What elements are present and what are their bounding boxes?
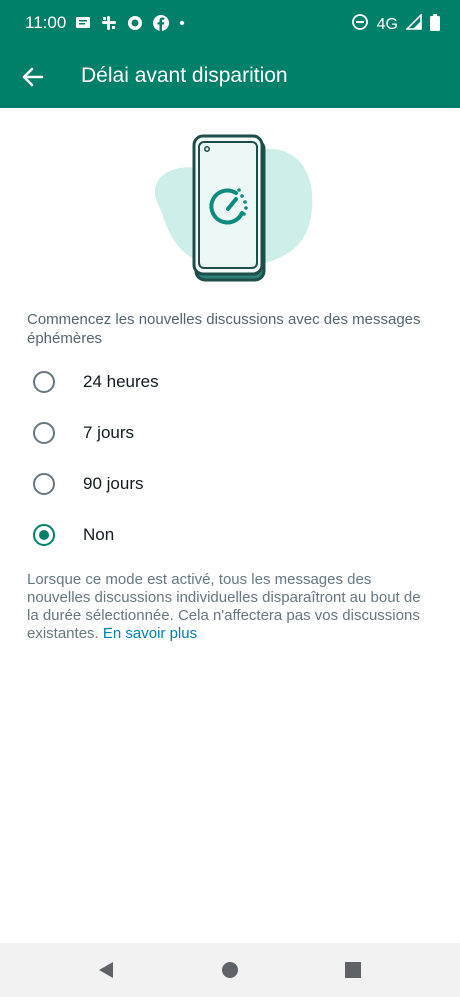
app-icon (126, 14, 144, 32)
system-nav-bar (0, 943, 460, 997)
radio-button[interactable] (33, 371, 55, 393)
notification-icons (74, 14, 186, 32)
intro-text: Commencez les nouvelles discussions avec… (27, 311, 421, 347)
app-bar: Délai avant disparition (0, 46, 460, 108)
radio-button-selected[interactable] (33, 524, 55, 546)
option-label: 90 jours (83, 474, 144, 493)
battery-icon (430, 13, 440, 36)
option-non[interactable]: Non (0, 510, 460, 560)
radio-button[interactable] (33, 473, 55, 495)
triangle-back-icon (99, 962, 113, 978)
nav-recents-button[interactable] (344, 960, 362, 985)
footer-text: Lorsque ce mode est activé, tous les mes… (27, 571, 421, 642)
circle-home-icon (222, 962, 238, 978)
learn-more-link[interactable]: En savoir plus (103, 625, 197, 642)
page-title: Délai avant disparition (81, 64, 288, 87)
disappearing-timer-illustration (140, 128, 320, 288)
option-label: 7 jours (83, 423, 135, 442)
facebook-icon (152, 14, 170, 32)
status-time: 11:00 (25, 13, 67, 32)
option-24-heures[interactable]: 24 heures (0, 357, 460, 407)
signal-icon (405, 13, 422, 35)
status-right: 4G (351, 13, 440, 36)
footer-explanation: Lorsque ce mode est activé, tous les mes… (27, 571, 432, 643)
nav-home-button[interactable] (221, 960, 239, 985)
option-90-jours[interactable]: 90 jours (0, 459, 460, 509)
do-not-disturb-icon (351, 13, 369, 36)
nav-back-button[interactable] (96, 960, 116, 985)
back-button[interactable] (16, 60, 50, 94)
option-label: 24 heures (83, 372, 159, 391)
status-bar: 11:00 4G (0, 0, 460, 46)
option-label: Non (83, 525, 115, 544)
dot-icon (178, 14, 186, 32)
back-arrow-icon (22, 67, 44, 87)
network-type: 4G (376, 15, 398, 33)
option-7-jours[interactable]: 7 jours (0, 408, 460, 458)
message-icon (74, 14, 92, 32)
slack-icon (100, 14, 118, 32)
radio-button[interactable] (33, 422, 55, 444)
square-recents-icon (345, 962, 361, 978)
